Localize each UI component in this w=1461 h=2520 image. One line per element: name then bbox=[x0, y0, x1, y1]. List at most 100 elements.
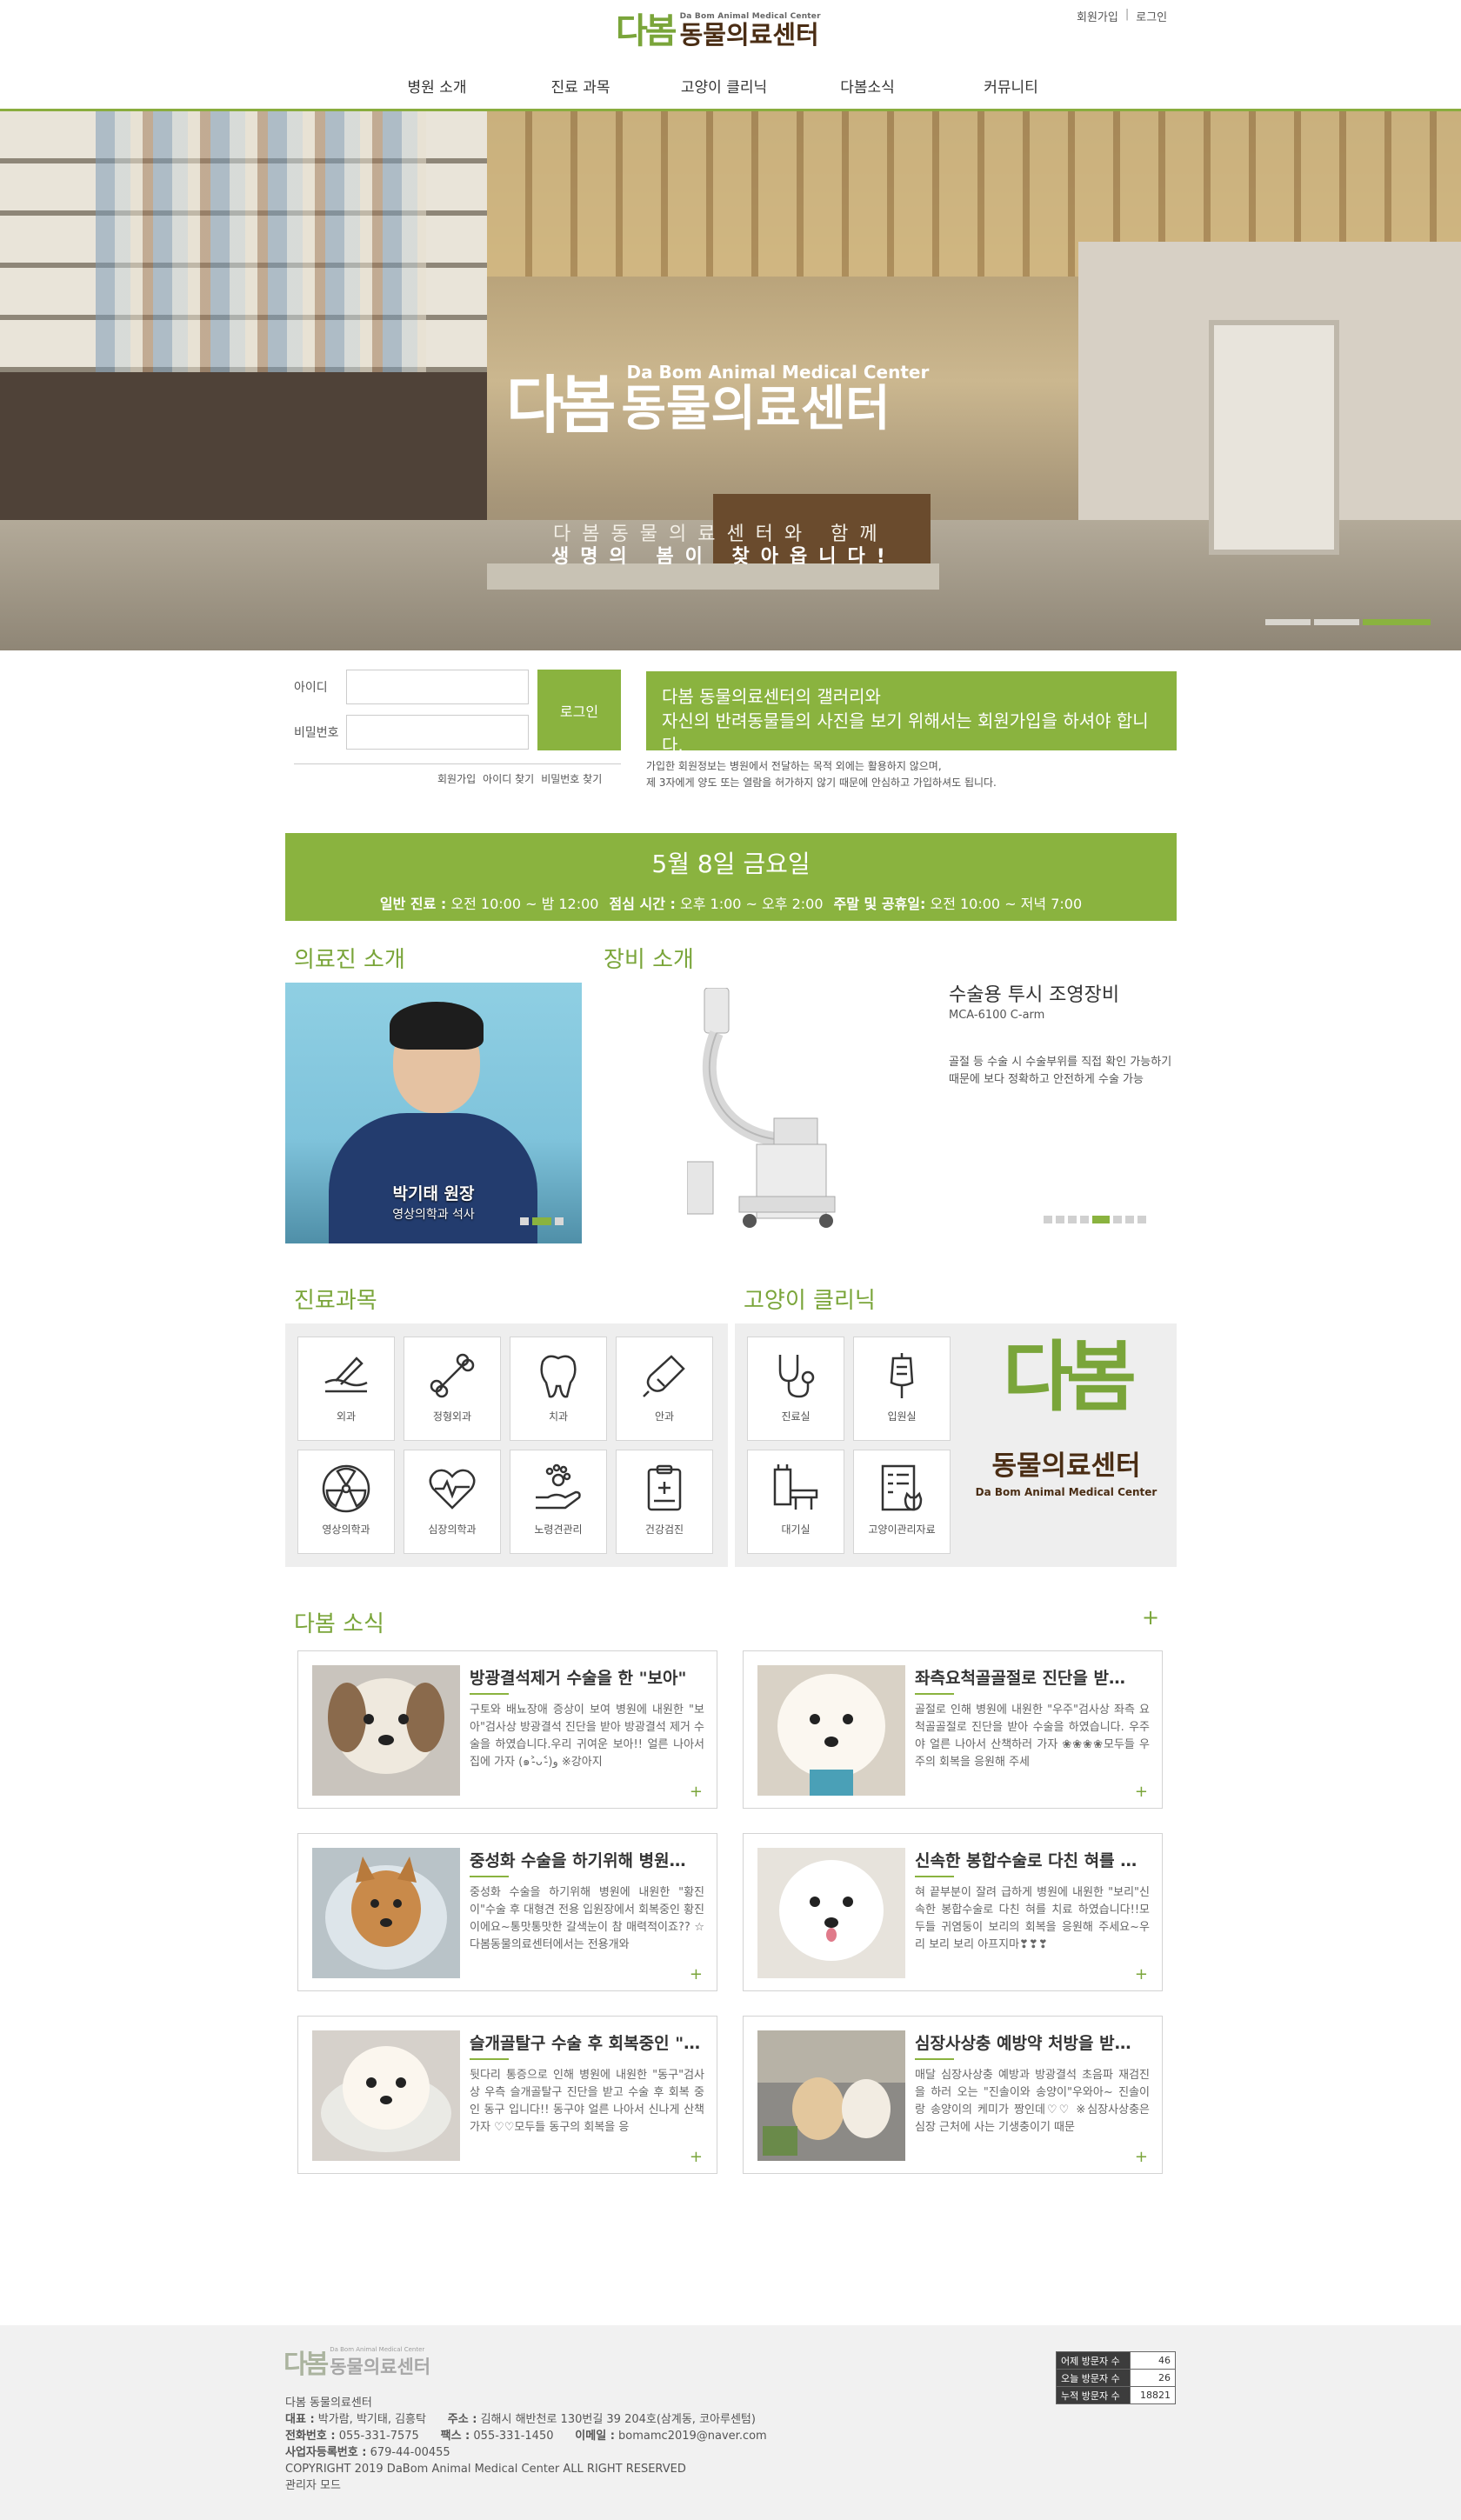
logo-title: 동물의료센터 bbox=[679, 20, 819, 50]
dept-surgery-label: 외과 bbox=[336, 1410, 357, 1423]
slide-dot[interactable] bbox=[1044, 1216, 1052, 1223]
news-card-plus[interactable]: + bbox=[1135, 1965, 1148, 1983]
visitor-counter: 어제 방문자 수 46 오늘 방문자 수 26 누적 방문자 수 18821 bbox=[1056, 2351, 1176, 2404]
dept-dental-label: 치과 bbox=[548, 1410, 569, 1423]
cat-exam-room[interactable]: 진료실 bbox=[747, 1337, 844, 1441]
dog-photo bbox=[757, 1848, 905, 1978]
cat-clinic-section-title: 고양이 클리닉 bbox=[744, 1288, 876, 1314]
nav-item-cat-clinic[interactable]: 고양이 클리닉 bbox=[652, 75, 796, 97]
news-excerpt: 구토와 배뇨장애 증상이 보여 병원에 내원한 "보아"검사상 방광결석 진단을… bbox=[470, 1703, 704, 1769]
slide-dot[interactable] bbox=[1080, 1216, 1089, 1223]
join-link[interactable]: 회원가입 bbox=[1077, 8, 1118, 24]
news-title: 심장사상충 예방약 처방을 받… bbox=[915, 2034, 1131, 2053]
login-id-row: 아이디 bbox=[285, 670, 529, 704]
equipment-slide-indicator bbox=[1044, 1216, 1146, 1223]
cat-waiting-room-label: 대기실 bbox=[781, 1523, 811, 1536]
footer-logo-subtitle: Da Bom Animal Medical Center bbox=[330, 2346, 425, 2353]
slide-dot[interactable] bbox=[1113, 1216, 1122, 1223]
slide-dot[interactable] bbox=[1137, 1216, 1146, 1223]
news-card-plus[interactable]: + bbox=[1135, 1783, 1148, 1801]
slide-dot[interactable] bbox=[1265, 619, 1311, 625]
login-join-link[interactable]: 회원가입 bbox=[437, 771, 476, 786]
visitor-row-total: 누적 방문자 수 18821 bbox=[1056, 2386, 1176, 2404]
cat-care-docs[interactable]: 고양이관리자료 bbox=[853, 1450, 951, 1554]
news-title: 방광결석제거 수술을 한 "보아" bbox=[470, 1669, 687, 1688]
clipboard-icon bbox=[647, 1464, 682, 1511]
dog-photo bbox=[757, 1665, 905, 1796]
footer-tel-label: 전화번호 : bbox=[285, 2430, 336, 2443]
site-header: 회원가입 | 로그인 다봄 Da Bom Animal Medical Cent… bbox=[0, 0, 1461, 111]
hero-slide-indicator bbox=[1265, 619, 1431, 625]
news-title-underline bbox=[470, 1693, 509, 1695]
site-logo[interactable]: 다봄 Da Bom Animal Medical Center 동물의료센터 bbox=[616, 12, 821, 49]
news-more-button[interactable]: + bbox=[1142, 1605, 1159, 1630]
hero-banner: 다봄 Da Bom Animal Medical Center 동물의료센터 다… bbox=[0, 111, 1461, 650]
slide-dot[interactable] bbox=[1125, 1216, 1134, 1223]
slide-dot[interactable] bbox=[1363, 619, 1431, 625]
login-pw-input[interactable] bbox=[346, 715, 529, 750]
member-notice-box: 다봄 동물의료센터의 갤러리와 자신의 반려동물들의 사진을 보기 위해서는 회… bbox=[646, 671, 1177, 756]
slide-dot[interactable] bbox=[532, 1217, 551, 1225]
dept-radiology-label: 영상의학과 bbox=[322, 1523, 370, 1536]
today-date: 5월 8일 금요일 bbox=[651, 850, 811, 878]
cat-waiting-room[interactable]: 대기실 bbox=[747, 1450, 844, 1554]
cat-care-docs-label: 고양이관리자료 bbox=[868, 1523, 936, 1536]
login-pw-row: 비밀번호 bbox=[285, 715, 529, 750]
footer-email-label: 이메일 : bbox=[575, 2430, 615, 2443]
slide-dot[interactable] bbox=[1068, 1216, 1077, 1223]
news-title: 신속한 봉합수술로 다친 혀를 … bbox=[915, 1851, 1137, 1870]
slide-dot[interactable] bbox=[520, 1217, 529, 1225]
dept-senior-care[interactable]: 노령견관리 bbox=[510, 1450, 607, 1554]
logo-mark: 다봄 bbox=[616, 11, 677, 51]
brand-logo-subtitle: Da Bom Animal Medical Center bbox=[975, 1486, 1157, 1498]
footer-rep-label: 대표 : bbox=[285, 2413, 315, 2426]
news-card[interactable]: 방광결석제거 수술을 한 "보아" 구토와 배뇨장애 증상이 보여 병원에 내원… bbox=[297, 1650, 717, 1809]
footer-fax-value: 055-331-1450 bbox=[473, 2430, 554, 2443]
nav-item-community[interactable]: 커뮤니티 bbox=[939, 75, 1083, 97]
nav-item-news[interactable]: 다봄소식 bbox=[796, 75, 939, 97]
tooth-icon bbox=[540, 1355, 577, 1398]
member-notice-desc-line2: 제 3자에게 양도 또는 열람을 허가하지 않기 때문에 안심하고 가입하셔도 … bbox=[646, 777, 997, 789]
login-find-id-link[interactable]: 아이디 찾기 bbox=[483, 771, 534, 786]
footer-company-name: 다봄 동물의료센터 bbox=[285, 2397, 372, 2410]
login-id-label: 아이디 bbox=[294, 681, 328, 695]
news-excerpt: 뒷다리 통증으로 인해 병원에 내원한 "동구"검사상 우측 슬개골탈구 진단을… bbox=[470, 2069, 704, 2134]
cat-ward[interactable]: 입원실 bbox=[853, 1337, 951, 1441]
news-card-plus[interactable]: + bbox=[690, 2148, 703, 2166]
equipment-section-title: 장비 소개 bbox=[604, 947, 694, 973]
nav-item-departments[interactable]: 진료 과목 bbox=[509, 75, 652, 97]
news-card[interactable]: 좌측요척골골절로 진단을 받… 골절로 인해 병원에 내원한 "우주"검사상 좌… bbox=[743, 1650, 1163, 1809]
dept-surgery[interactable]: 외과 bbox=[297, 1337, 395, 1441]
news-card-plus[interactable]: + bbox=[690, 1965, 703, 1983]
news-card[interactable]: 슬개골탈구 수술 후 회복중인 "… 뒷다리 통증으로 인해 병원에 내원한 "… bbox=[297, 2016, 717, 2174]
slide-dot[interactable] bbox=[555, 1217, 564, 1225]
news-card-plus[interactable]: + bbox=[690, 1783, 703, 1801]
dept-cardiology[interactable]: 심장의학과 bbox=[404, 1450, 501, 1554]
slide-dot[interactable] bbox=[1314, 619, 1359, 625]
news-card[interactable]: 중성화 수술을 하기위해 병원… 중성화 수술을 하기위해 병원에 내원한 "황… bbox=[297, 1833, 717, 1991]
nav-item-hospital[interactable]: 병원 소개 bbox=[365, 75, 509, 97]
dept-checkup[interactable]: 건강검진 bbox=[616, 1450, 713, 1554]
slide-dot[interactable] bbox=[1092, 1216, 1110, 1223]
cat-exam-room-label: 진료실 bbox=[781, 1410, 811, 1423]
news-title: 슬개골탈구 수술 후 회복중인 "… bbox=[470, 2034, 701, 2053]
dept-orthopedics[interactable]: 정형외과 bbox=[404, 1337, 501, 1441]
login-link[interactable]: 로그인 bbox=[1136, 8, 1167, 24]
admin-mode-link[interactable]: 관리자 모드 bbox=[285, 2477, 767, 2494]
staff-slide[interactable]: 박기태 원장 영상의학과 석사 bbox=[285, 983, 582, 1243]
footer-email-value: bomamc2019@naver.com bbox=[618, 2430, 767, 2443]
dept-ophthalmology[interactable]: 안과 bbox=[616, 1337, 713, 1441]
slide-dot[interactable] bbox=[1056, 1216, 1064, 1223]
dept-dental[interactable]: 치과 bbox=[510, 1337, 607, 1441]
visitor-value: 18821 bbox=[1130, 2386, 1176, 2404]
login-find-pw-link[interactable]: 비밀번호 찾기 bbox=[541, 771, 602, 786]
news-card[interactable]: 신속한 봉합수술로 다친 혀를 … 혀 끝부분이 잘려 급하게 병원에 내원한 … bbox=[743, 1833, 1163, 1991]
login-id-input[interactable] bbox=[346, 670, 529, 704]
staff-slide-indicator bbox=[520, 1217, 564, 1225]
dept-radiology[interactable]: 영상의학과 bbox=[297, 1450, 395, 1554]
login-button[interactable]: 로그인 bbox=[537, 670, 621, 750]
news-title-underline bbox=[470, 1876, 509, 1877]
doctor-hair bbox=[390, 1002, 484, 1050]
news-card-plus[interactable]: + bbox=[1135, 2148, 1148, 2166]
news-card[interactable]: 심장사상충 예방약 처방을 받… 매달 심장사상충 예방과 방광결석 초음파 재… bbox=[743, 2016, 1163, 2174]
